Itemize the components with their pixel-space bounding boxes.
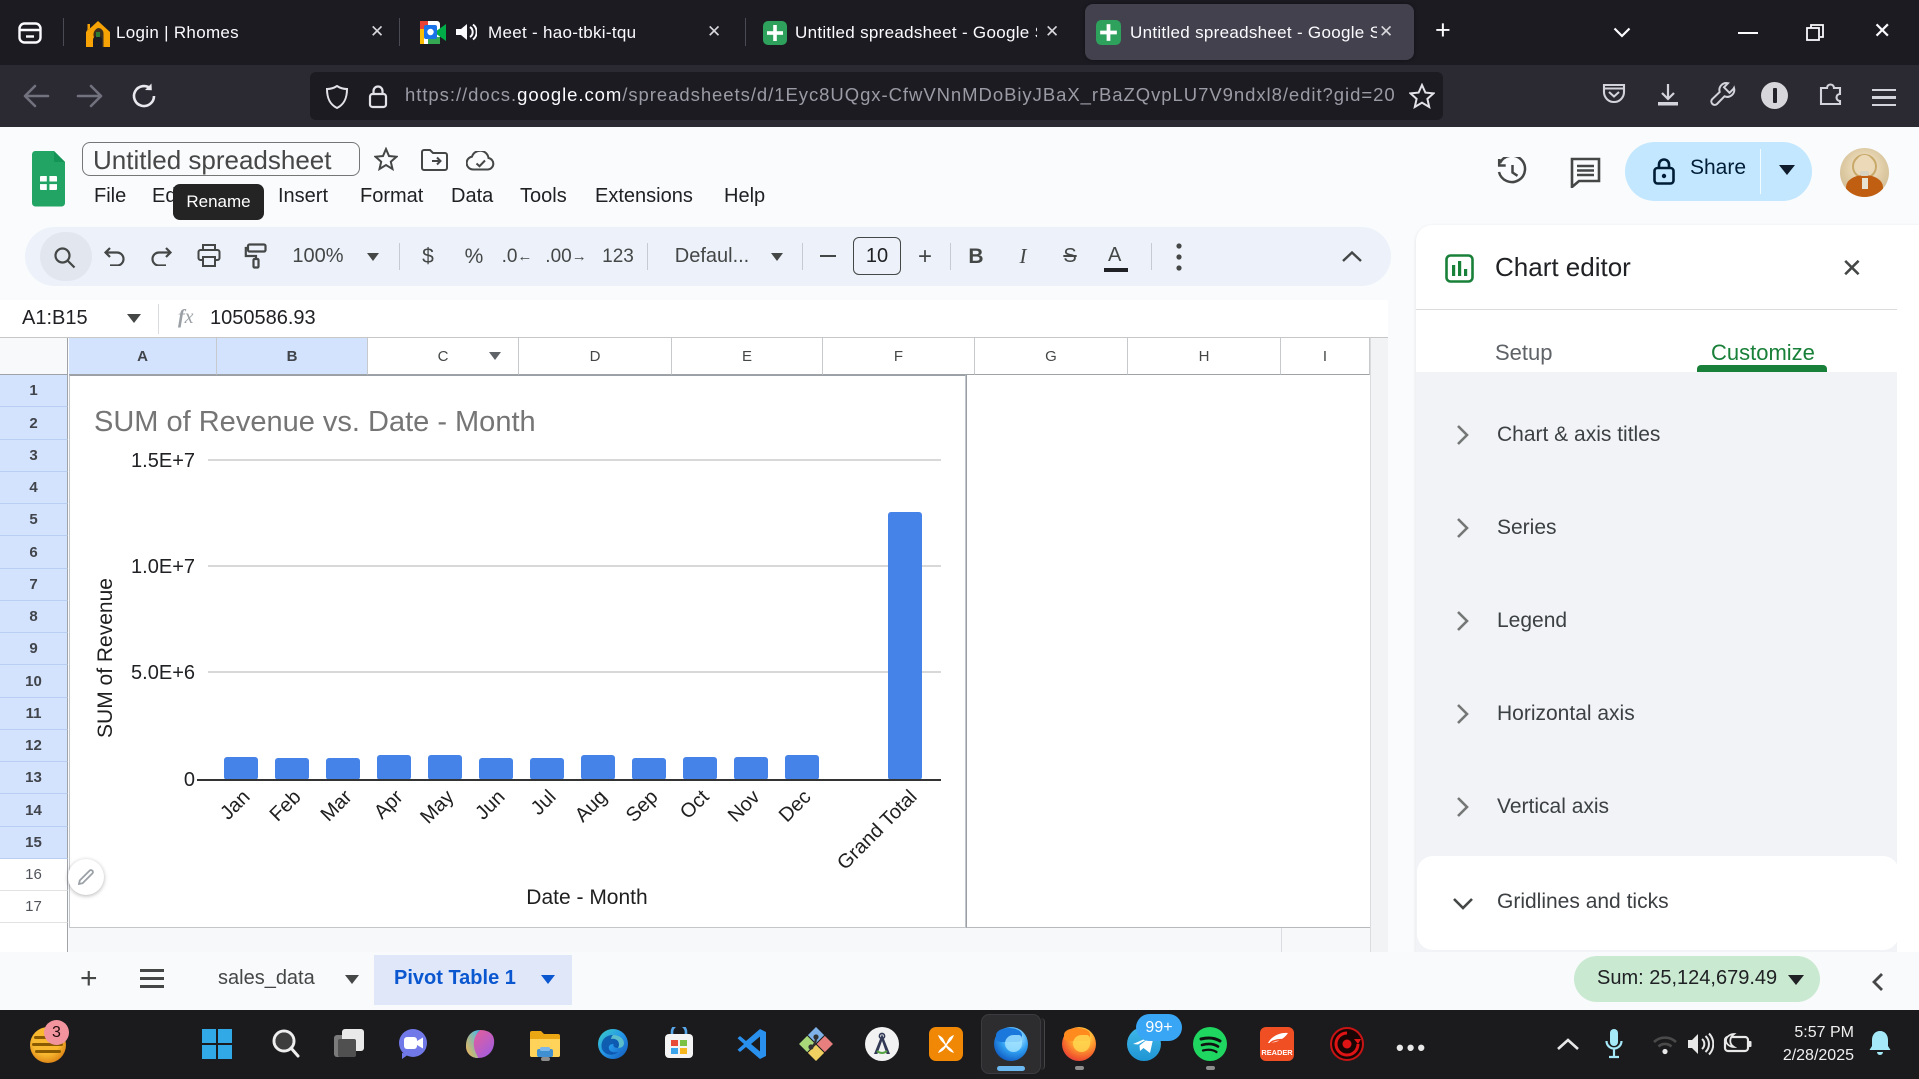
svg-text:Feb: Feb: [266, 786, 306, 826]
svg-text:Apr: Apr: [370, 786, 408, 824]
svg-text:Sep: Sep: [622, 786, 663, 827]
svg-text:Mar: Mar: [317, 786, 357, 826]
svg-text:0: 0: [184, 769, 195, 791]
svg-text:1.0E+7: 1.0E+7: [131, 556, 195, 578]
svg-text:Oct: Oct: [676, 786, 714, 824]
svg-text:SUM of Revenue: SUM of Revenue: [94, 578, 117, 738]
svg-text:Jan: Jan: [216, 786, 254, 824]
svg-text:Grand Total: Grand Total: [833, 786, 921, 874]
svg-text:SUM of Revenue vs. Date - Mont: SUM of Revenue vs. Date - Month: [94, 406, 536, 438]
svg-text:1.5E+7: 1.5E+7: [131, 450, 195, 472]
svg-text:Date - Month: Date - Month: [526, 886, 647, 909]
svg-text:5.0E+6: 5.0E+6: [131, 662, 195, 684]
svg-text:Nov: Nov: [724, 786, 765, 827]
svg-text:Aug: Aug: [571, 786, 612, 827]
svg-text:May: May: [416, 786, 458, 828]
svg-text:READER: READER: [1261, 1048, 1293, 1057]
svg-text:Jun: Jun: [471, 786, 509, 824]
svg-text:Dec: Dec: [775, 786, 816, 827]
svg-text:Jul: Jul: [527, 786, 561, 820]
